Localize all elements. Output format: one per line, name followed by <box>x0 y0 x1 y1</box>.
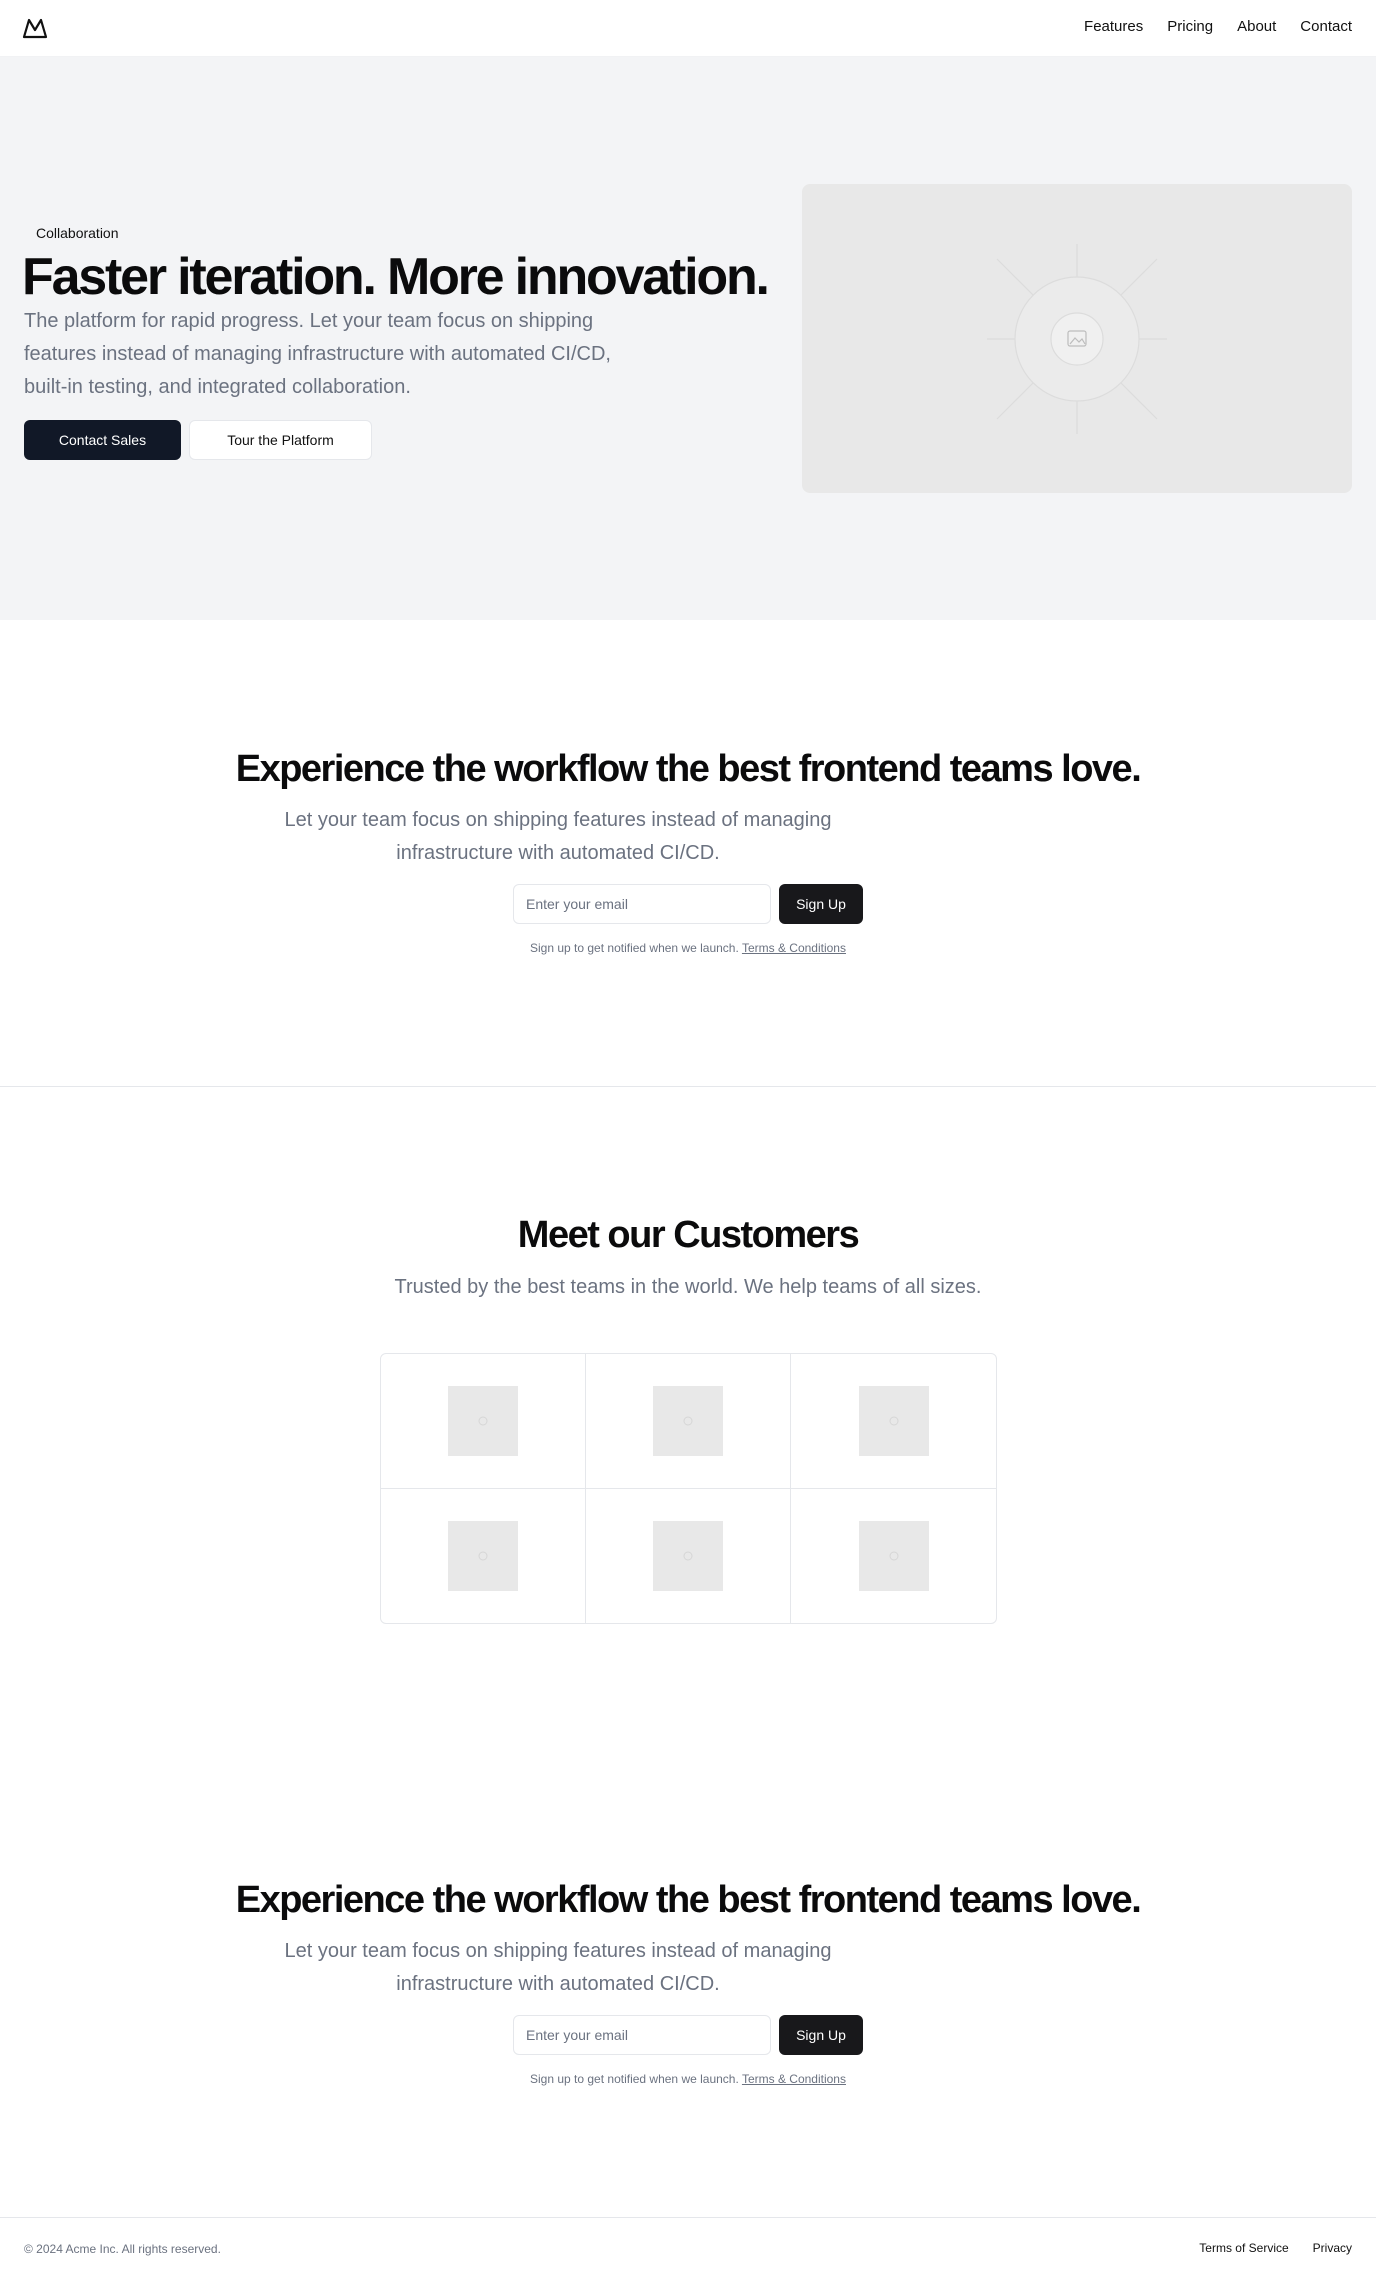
cta-title: Experience the workflow the best fronten… <box>235 1879 1142 1921</box>
cta-section-2: Experience the workflow the best fronten… <box>0 1879 1376 2179</box>
sign-up-button[interactable]: Sign Up <box>779 2015 863 2055</box>
section-divider <box>0 1086 1376 1087</box>
logo-placeholder-icon <box>448 1520 518 1591</box>
terms-of-service-link[interactable]: Terms of Service <box>1199 2241 1288 2255</box>
hero-buttons: Contact Sales Tour the Platform <box>24 420 372 460</box>
logo-placeholder-icon <box>653 1520 723 1591</box>
hero-image-placeholder <box>802 184 1352 493</box>
email-input[interactable] <box>513 884 771 924</box>
nav-link-about[interactable]: About <box>1237 18 1276 35</box>
tour-platform-button[interactable]: Tour the Platform <box>189 420 372 460</box>
customer-logo-cell <box>791 1354 996 1489</box>
cta-section-1: Experience the workflow the best fronten… <box>0 748 1376 1048</box>
customer-logo-cell <box>381 1354 586 1489</box>
customers-description: Trusted by the best teams in the world. … <box>394 1276 982 1298</box>
cta-description: Let your team focus on shipping features… <box>284 1940 832 1995</box>
footer-links: Terms of Service Privacy <box>1199 2241 1352 2255</box>
signup-note: Sign up to get notified when we launch. … <box>0 2072 1376 2086</box>
email-input[interactable] <box>513 2015 771 2055</box>
image-placeholder-icon <box>987 244 1167 434</box>
signup-form: Sign Up <box>513 884 863 924</box>
signup-form: Sign Up <box>513 2015 863 2055</box>
cta-description: Let your team focus on shipping features… <box>284 809 832 864</box>
logo-placeholder-icon <box>858 1385 929 1456</box>
logo-placeholder-icon <box>448 1385 518 1456</box>
hero-description: The platform for rapid progress. Let you… <box>24 310 611 398</box>
copyright-text: © 2024 Acme Inc. All rights reserved. <box>24 2242 221 2256</box>
terms-link[interactable]: Terms & Conditions <box>742 941 846 955</box>
nav-link-pricing[interactable]: Pricing <box>1167 18 1213 35</box>
customer-logo-cell <box>586 1488 791 1623</box>
nav-links: Features Pricing About Contact <box>1084 18 1352 35</box>
customer-logo-cell <box>586 1354 791 1489</box>
customer-logo-cell <box>381 1488 586 1623</box>
signup-note-text: Sign up to get notified when we launch. <box>530 2072 739 2086</box>
signup-note-text: Sign up to get notified when we launch. <box>530 941 739 955</box>
footer: © 2024 Acme Inc. All rights reserved. Te… <box>0 2217 1376 2284</box>
logo-placeholder-icon <box>653 1385 723 1456</box>
hero-badge: Collaboration <box>24 221 131 245</box>
customer-logo-grid <box>380 1353 997 1624</box>
terms-link[interactable]: Terms & Conditions <box>742 2072 846 2086</box>
privacy-link[interactable]: Privacy <box>1313 2241 1352 2255</box>
top-navbar: Features Pricing About Contact <box>0 0 1376 57</box>
logo-placeholder-icon <box>858 1520 929 1591</box>
sign-up-button[interactable]: Sign Up <box>779 884 863 924</box>
mountain-icon[interactable] <box>22 16 48 40</box>
nav-link-contact[interactable]: Contact <box>1300 18 1352 35</box>
hero-section: Collaboration Faster iteration. More inn… <box>0 57 1376 620</box>
nav-link-features[interactable]: Features <box>1084 18 1143 35</box>
cta-title: Experience the workflow the best fronten… <box>235 748 1142 790</box>
signup-note: Sign up to get notified when we launch. … <box>0 941 1376 955</box>
customer-logo-cell <box>791 1489 996 1624</box>
contact-sales-button[interactable]: Contact Sales <box>24 420 181 460</box>
customers-title: Meet our Customers <box>517 1214 860 1256</box>
hero-title: Faster iteration. More innovation. <box>22 248 770 306</box>
